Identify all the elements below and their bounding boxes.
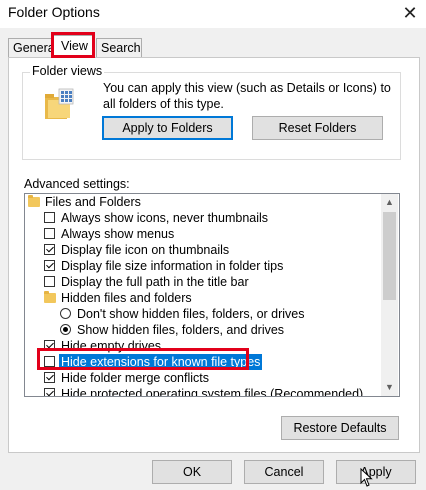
tab-view[interactable]: View bbox=[53, 35, 95, 58]
close-button[interactable]: ✕ bbox=[396, 2, 424, 24]
list-item[interactable]: Hide empty drives bbox=[25, 338, 381, 354]
list-item[interactable]: Display the full path in the title bar bbox=[25, 274, 381, 290]
folder-views-description: You can apply this view (such as Details… bbox=[103, 81, 391, 111]
list-item-label: Display the full path in the title bar bbox=[61, 275, 249, 289]
list-item[interactable]: Display file size information in folder … bbox=[25, 258, 381, 274]
list-item: Hidden files and folders bbox=[25, 290, 381, 306]
list-item-label: Don't show hidden files, folders, or dri… bbox=[77, 307, 305, 321]
checkbox[interactable] bbox=[44, 244, 55, 255]
tab-general[interactable]: General bbox=[8, 38, 57, 58]
checkbox[interactable] bbox=[44, 260, 55, 271]
ok-button[interactable]: OK bbox=[152, 460, 232, 484]
advanced-settings-label: Advanced settings: bbox=[24, 177, 130, 191]
list-item-label: Always show icons, never thumbnails bbox=[61, 211, 269, 225]
folder-icon bbox=[44, 291, 56, 303]
checkbox[interactable] bbox=[44, 340, 55, 351]
list-item-label: Hide folder merge conflicts bbox=[61, 371, 209, 385]
list-item: Files and Folders bbox=[25, 194, 381, 210]
list-item-label: Hide empty drives bbox=[61, 339, 162, 353]
list-item-label: Show hidden files, folders, and drives bbox=[77, 323, 285, 337]
window-title: Folder Options bbox=[8, 4, 100, 20]
radio-button[interactable] bbox=[60, 324, 71, 335]
list-item[interactable]: Hide folder merge conflicts bbox=[25, 370, 381, 386]
cancel-button[interactable]: Cancel bbox=[244, 460, 324, 484]
folder-icon bbox=[28, 195, 40, 207]
list-item-label: Hide extensions for known file types bbox=[59, 354, 263, 370]
list-item-label: Files and Folders bbox=[45, 195, 141, 209]
checkbox[interactable] bbox=[44, 228, 55, 239]
list-item[interactable]: Always show menus bbox=[25, 226, 381, 242]
checkbox[interactable] bbox=[44, 372, 55, 383]
list-item-label: Display file icon on thumbnails bbox=[61, 243, 230, 257]
list-item[interactable]: Hide protected operating system files (R… bbox=[25, 386, 381, 396]
folder-grid-icon bbox=[45, 88, 74, 119]
list-item[interactable]: Show hidden files, folders, and drives bbox=[25, 322, 381, 338]
radio-button[interactable] bbox=[60, 308, 71, 319]
checkbox[interactable] bbox=[44, 356, 55, 367]
list-item-label: Always show menus bbox=[61, 227, 175, 241]
close-icon: ✕ bbox=[402, 3, 418, 23]
checkbox[interactable] bbox=[44, 276, 55, 287]
tab-search[interactable]: Search bbox=[96, 38, 142, 58]
list-item[interactable]: Don't show hidden files, folders, or dri… bbox=[25, 306, 381, 322]
restore-defaults-button[interactable]: Restore Defaults bbox=[281, 416, 399, 440]
scroll-up-icon[interactable]: ▲ bbox=[381, 194, 398, 211]
apply-to-folders-button[interactable]: Apply to Folders bbox=[102, 116, 233, 140]
checkbox[interactable] bbox=[44, 388, 55, 396]
list-item[interactable]: Display file icon on thumbnails bbox=[25, 242, 381, 258]
reset-folders-button[interactable]: Reset Folders bbox=[252, 116, 383, 140]
list-item[interactable]: Always show icons, never thumbnails bbox=[25, 210, 381, 226]
list-item-selected[interactable]: Hide extensions for known file types bbox=[25, 354, 381, 370]
scroll-down-icon[interactable]: ▼ bbox=[381, 379, 398, 396]
list-item-label: Hidden files and folders bbox=[61, 291, 192, 305]
mouse-pointer-icon bbox=[360, 468, 373, 487]
folder-views-title: Folder views bbox=[30, 64, 105, 78]
list-item-label: Display file size information in folder … bbox=[61, 259, 284, 273]
checkbox[interactable] bbox=[44, 212, 55, 223]
list-item-label: Hide protected operating system files (R… bbox=[61, 387, 364, 396]
apply-button[interactable]: Apply bbox=[336, 460, 416, 484]
scrollbar-thumb[interactable] bbox=[383, 212, 396, 300]
